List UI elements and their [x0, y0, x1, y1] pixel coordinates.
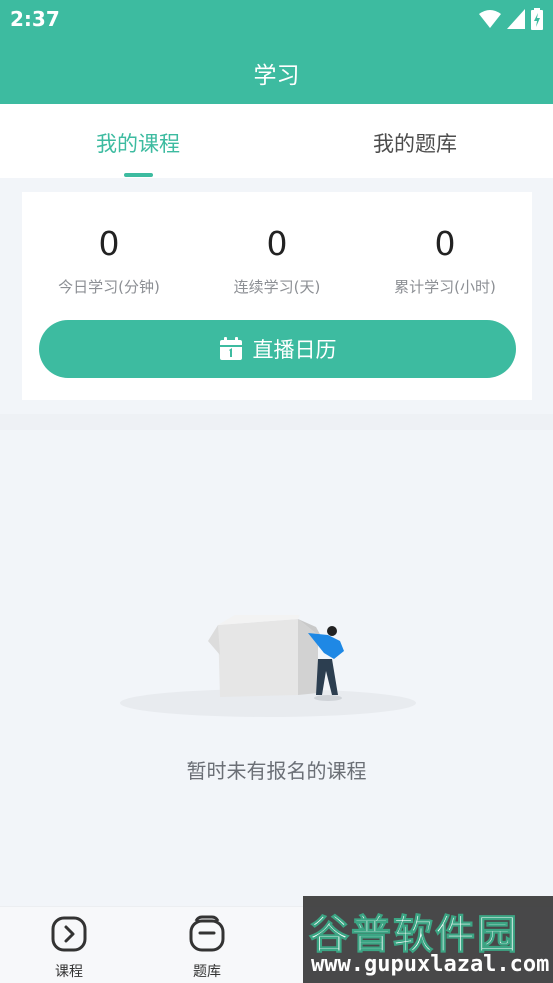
watermark-url: www.gupuxlazal.com — [311, 952, 550, 977]
question-bank-icon — [189, 915, 225, 952]
page-title: 学习 — [253, 63, 300, 89]
nav-courses-label: 课程 — [55, 964, 83, 980]
stat-today-value: 0 — [98, 224, 120, 263]
tab-active-indicator — [124, 173, 153, 177]
status-icons — [479, 8, 543, 30]
site-watermark: 谷普软件园 www.gupuxlazal.com — [303, 896, 553, 983]
stat-streak-value: 0 — [266, 224, 288, 263]
empty-state-message: 暂时未有报名的课程 — [186, 759, 367, 783]
course-list-empty: 暂时未有报名的课程 — [0, 430, 553, 906]
stat-today-label: 今日学习(分钟) — [58, 278, 160, 296]
calendar-icon — [219, 337, 242, 360]
stat-streak: 0 连续学习(天) — [192, 222, 362, 297]
stat-total-value: 0 — [434, 224, 456, 263]
app-bar: 学习 — [0, 38, 553, 104]
stat-streak-label: 连续学习(天) — [233, 278, 321, 296]
nav-item-question-bank[interactable]: 题库 — [172, 915, 242, 981]
stat-total: 0 累计学习(小时) — [360, 222, 530, 297]
nav-item-courses[interactable]: 课程 — [34, 915, 104, 981]
stat-today: 0 今日学习(分钟) — [24, 222, 194, 297]
signal-icon — [507, 9, 525, 29]
tab-my-question-bank[interactable]: 我的题库 — [277, 104, 553, 178]
empty-box-illustration — [120, 615, 416, 717]
tab-bar: 我的课程 我的题库 — [0, 104, 553, 178]
stat-total-label: 累计学习(小时) — [394, 278, 496, 296]
section-divider — [0, 414, 553, 430]
battery-icon — [531, 8, 543, 30]
tab-my-courses[interactable]: 我的课程 — [0, 104, 276, 178]
status-time: 2:37 — [10, 7, 60, 31]
live-calendar-button[interactable]: 直播日历 — [39, 320, 516, 378]
wifi-icon — [479, 10, 501, 28]
nav-question-bank-label: 题库 — [193, 964, 221, 980]
status-bar: 2:37 — [0, 0, 553, 38]
tab-my-question-bank-label: 我的题库 — [373, 132, 457, 156]
tab-my-courses-label: 我的课程 — [96, 132, 180, 156]
live-calendar-label: 直播日历 — [252, 338, 337, 362]
course-icon — [51, 916, 87, 952]
study-stats-card: 0 今日学习(分钟) 0 连续学习(天) 0 累计学习(小时) 直播日历 — [22, 192, 532, 400]
